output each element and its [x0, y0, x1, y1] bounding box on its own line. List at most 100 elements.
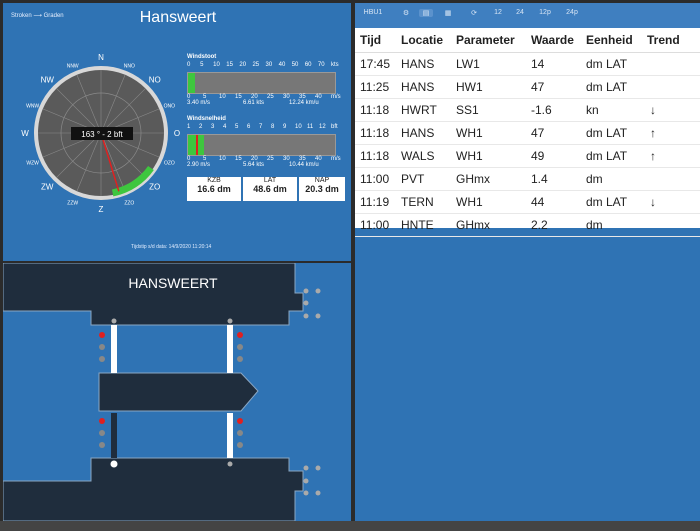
level-value: 16.6 dm — [197, 184, 231, 194]
col-header-parameter[interactable]: Parameter — [451, 28, 526, 53]
table-body: 17:45 HANS LW1 14 dm LAT 11:25 HANS HW1 47 dm LAT… — [355, 52, 700, 237]
scale-tick-label: 6 — [247, 124, 251, 130]
compass-label-n: N — [98, 53, 104, 62]
compass-label-ono: ONO — [164, 104, 176, 110]
compass-label-nnw: NNW — [67, 64, 79, 70]
measurements-table-container: Tijd Locatie Parameter Waarde Eenheid Tr… — [355, 28, 700, 237]
windstoot-kts-scale: 0 5 10 15 20 25 30 40 50 60 70 kts — [185, 62, 339, 70]
cell-parameter: WH1 — [451, 190, 526, 214]
range-12p-button[interactable]: 12p — [535, 9, 555, 16]
cell-tijd: 11:18 — [355, 98, 396, 122]
cell-trend: ↑ — [642, 144, 700, 168]
reading-value: 2.90 m/s — [187, 162, 211, 168]
compass-label-ozo: OZO — [164, 160, 175, 166]
signal-lights-north-west — [99, 332, 105, 362]
table-row: 11:18 HANS WH1 47 dm LAT ↑ — [355, 121, 700, 145]
scale-tick-label: 10 — [213, 62, 220, 68]
lock-gate-east-north — [227, 325, 233, 373]
windsnelheid-bft-scale: 1 2 3 4 5 6 7 8 9 10 11 12 bft — [185, 124, 338, 132]
compass-label-zo: ZO — [149, 183, 160, 192]
scale-tick-label: 10 — [295, 124, 302, 130]
windsnelheid-marker — [196, 135, 198, 155]
compass-label-w: W — [21, 129, 29, 138]
windsnelheid-title: Windsnelheid — [187, 116, 226, 122]
windstoot-readings: 3.40 m/s 6.61 kts 12.24 km/u — [187, 100, 337, 108]
reading-value: 10.44 km/u — [289, 162, 319, 168]
cell-eenheid: dm — [581, 213, 642, 237]
cell-locatie: HANS — [396, 75, 451, 99]
windsnelheid-readings: 2.90 m/s 5.64 kts 10.44 km/u — [187, 162, 337, 170]
cell-locatie: WALS — [396, 144, 451, 168]
cell-waarde: 47 — [526, 121, 581, 145]
cell-waarde: 2.2 — [526, 213, 581, 237]
refresh-icon: ⟳ — [471, 10, 477, 17]
scale-tick-label: kts — [331, 62, 339, 68]
level-box-lat: LAT 48.6 dm — [243, 177, 297, 201]
chart-view-button[interactable]: ▦ — [441, 9, 455, 17]
compass-label-wnw: WNW — [26, 104, 39, 110]
scale-tick-label: 9 — [283, 124, 287, 130]
cell-waarde: 1.4 — [526, 167, 581, 191]
cell-trend: ↓ — [642, 190, 700, 214]
range-24-button[interactable]: 24 — [512, 9, 528, 16]
col-header-tijd[interactable]: Tijd — [355, 28, 396, 53]
cell-waarde: 49 — [526, 144, 581, 168]
range-12-button[interactable]: 12 — [490, 9, 506, 16]
cell-parameter: WH1 — [451, 121, 526, 145]
signal-lights-south-west — [99, 418, 105, 448]
station-title: Hansweert — [139, 9, 217, 26]
cell-parameter: SS1 — [451, 98, 526, 122]
cell-locatie: PVT — [396, 167, 451, 191]
table-view-button[interactable]: ▤ — [419, 9, 433, 17]
measurements-panel: HBU1 ⚙ ▤ ▦ ⟳ 12 24 12p 24p Tijd Locatie … — [355, 3, 700, 521]
middle-island — [98, 372, 259, 412]
table-row: 11:18 HWRT SS1 -1.6 kn ↓ — [355, 98, 700, 122]
level-box-nap: NAP 20.3 dm — [299, 177, 345, 201]
col-header-trend[interactable]: Trend — [642, 28, 700, 53]
signal-lights-north-east — [237, 332, 243, 362]
compass-label-wzw: WZW — [26, 160, 39, 166]
cell-trend — [642, 167, 700, 191]
scale-tick-label: 70 — [317, 62, 325, 68]
cell-parameter: GHmx — [451, 213, 526, 237]
compass-label-zw: ZW — [41, 183, 54, 192]
compass-label-o: O — [174, 129, 180, 138]
scale-tick-label: 3 — [211, 124, 215, 130]
cell-locatie: HNTE — [396, 213, 451, 237]
col-header-waarde[interactable]: Waarde — [526, 28, 581, 53]
reading-value: 6.61 kts — [243, 100, 265, 106]
scale-tick-label: 5 — [235, 124, 239, 130]
station-code-button[interactable]: HBU1 — [359, 9, 387, 16]
gear-icon: ⚙ — [402, 10, 410, 17]
cell-eenheid: dm — [581, 167, 642, 191]
table-header-row: Tijd Locatie Parameter Waarde Eenheid Tr… — [355, 28, 700, 53]
cell-parameter: LW1 — [451, 52, 526, 76]
unit-toggle-link[interactable]: Stroken ⟶ Graden — [11, 12, 64, 19]
range-24p-button[interactable]: 24p — [562, 9, 582, 16]
lock-schematic: HANSWEERT — [2, 262, 351, 522]
cell-eenheid: dm LAT — [581, 52, 642, 76]
scale-tick-label: 60 — [304, 62, 312, 68]
windstoot-fill — [188, 73, 195, 93]
settings-button[interactable]: ⚙ — [399, 9, 413, 17]
cell-tijd: 11:00 — [355, 167, 396, 191]
level-value: 20.3 dm — [305, 184, 339, 194]
cell-tijd: 11:00 — [355, 213, 396, 237]
cell-locatie: HANS — [396, 52, 451, 76]
scale-tick-label: bft — [331, 124, 338, 130]
reading-value: 5.64 kts — [243, 162, 265, 168]
compass-label-zzo: ZZO — [124, 200, 134, 206]
cell-tijd: 11:19 — [355, 190, 396, 214]
table-row: 11:00 PVT GHmx 1.4 dm — [355, 167, 700, 191]
table-row: 11:25 HANS HW1 47 dm LAT — [355, 75, 700, 99]
col-header-locatie[interactable]: Locatie — [396, 28, 451, 53]
cell-locatie: HWRT — [396, 98, 451, 122]
cell-waarde: 44 — [526, 190, 581, 214]
level-label: NAP — [314, 177, 330, 184]
windstoot-title: Windstoot — [187, 54, 217, 60]
col-header-eenheid[interactable]: Eenheid — [581, 28, 642, 53]
cell-parameter: GHmx — [451, 167, 526, 191]
arrow-down-icon: ↓ — [650, 103, 656, 117]
cell-eenheid: dm LAT — [581, 144, 642, 168]
refresh-button[interactable]: ⟳ — [467, 9, 481, 17]
